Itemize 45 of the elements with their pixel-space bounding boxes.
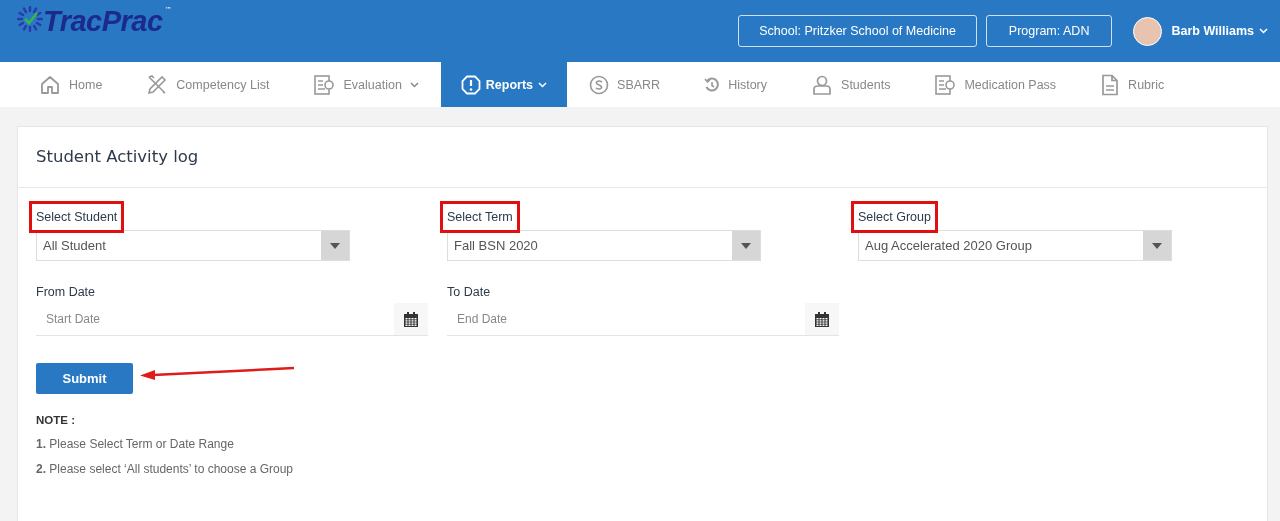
history-icon (704, 76, 721, 93)
dropdown-field[interactable]: Fall BSN 2020 (447, 230, 761, 261)
school-button[interactable]: School: Pritzker School of Medicine (738, 15, 977, 47)
dropdown-field[interactable]: All Student (36, 230, 350, 261)
nav-tab[interactable]: Rubric (1078, 62, 1187, 107)
caret-icon (330, 242, 340, 249)
caret-icon (1152, 242, 1162, 249)
logo-icon (17, 6, 43, 32)
nav-tab[interactable]: Students (789, 62, 913, 107)
field-label: To Date (447, 285, 492, 301)
coin-icon (589, 74, 610, 95)
avatar (1133, 16, 1163, 46)
note-text: 2. Please select ‘All students’ to choose a Group (36, 462, 295, 476)
nav-tab[interactable]: Evaluation (291, 62, 441, 107)
nav-tab[interactable]: Reports (440, 62, 568, 107)
date-field[interactable]: End Date (447, 303, 805, 336)
user-icon (811, 73, 834, 96)
calendar-icon[interactable] (815, 311, 829, 327)
logo-wordmark: TracPrac (43, 6, 163, 36)
field-label: Select Term (440, 201, 520, 233)
date-field[interactable]: Start Date (36, 303, 394, 336)
submit-button[interactable]: Submit (36, 363, 133, 394)
nav-tab[interactable]: SBARR (567, 62, 683, 107)
nav-tab[interactable]: Medication Pass (912, 62, 1079, 107)
caret-icon (741, 242, 751, 249)
nav-tab[interactable]: Competency List (124, 62, 292, 107)
field-label: Select Group (851, 201, 938, 233)
nav-tab[interactable]: Home (17, 62, 125, 107)
chevron-icon (1259, 28, 1268, 34)
note-heading: NOTE : (36, 414, 76, 426)
home-icon (39, 73, 61, 96)
alert-icon (460, 74, 481, 95)
form-icon (313, 73, 336, 96)
program-button[interactable]: Program: ADN (985, 15, 1113, 47)
form-icon (934, 73, 957, 96)
calendar-icon[interactable] (404, 311, 418, 327)
dropdown-field[interactable]: Aug Accelerated 2020 Group (858, 230, 1172, 261)
note-text: 1. Please Select Term or Date Range (36, 437, 235, 451)
field-label: From Date (36, 285, 97, 301)
card-title: Student Activity log (18, 127, 1267, 188)
user-menu[interactable]: Barb Williams (1171, 24, 1268, 38)
pencil-ruler-icon (146, 73, 169, 96)
document-icon (1100, 73, 1121, 96)
nav-tab[interactable]: History (682, 62, 790, 107)
field-label: Select Student (29, 201, 125, 233)
